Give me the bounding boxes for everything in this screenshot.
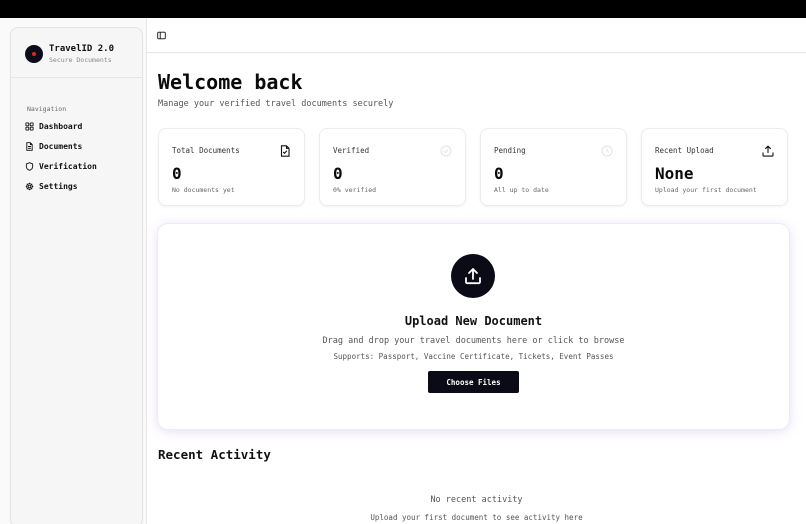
- choose-files-button[interactable]: Choose Files: [428, 371, 519, 393]
- stat-label: Pending: [494, 146, 526, 155]
- window-top-bar: [0, 0, 806, 18]
- recent-activity-title: Recent Activity: [158, 447, 271, 462]
- shield-icon: [25, 161, 34, 171]
- stat-value: 0: [333, 164, 343, 183]
- sidebar-item-settings[interactable]: Settings: [25, 178, 137, 194]
- empty-state-title: No recent activity: [430, 495, 523, 505]
- sidebar-item-dashboard[interactable]: Dashboard: [25, 118, 137, 134]
- sidebar-item-label: Settings: [39, 181, 78, 191]
- sidebar-toggle-icon[interactable]: [157, 31, 166, 40]
- stat-value: 0: [494, 164, 504, 183]
- gear-icon: [25, 182, 34, 190]
- sidebar-item-label: Documents: [39, 141, 83, 151]
- stat-value: None: [655, 164, 694, 183]
- stat-value: 0: [172, 164, 182, 183]
- check-circle-icon: [440, 145, 452, 157]
- sidebar: TravelID 2.0 Secure Documents Navigation…: [10, 27, 143, 524]
- file-icon: [26, 141, 33, 151]
- stat-note: All up to date: [494, 186, 549, 194]
- stat-label: Total Documents: [172, 146, 240, 155]
- upload-icon: [465, 268, 481, 285]
- stat-card-total-documents: Total Documents 0 No documents yet: [158, 128, 305, 206]
- upload-title: Upload New Document: [404, 314, 543, 328]
- top-header: [147, 18, 806, 53]
- grid-icon: [25, 121, 34, 131]
- stat-card-recent-upload: Recent Upload None Upload your first doc…: [641, 128, 788, 206]
- brand-header: TravelID 2.0 Secure Documents: [11, 28, 142, 78]
- stat-label: Recent Upload: [655, 146, 714, 155]
- stat-label: Verified: [333, 146, 370, 155]
- brand-subtitle: Secure Documents: [49, 56, 112, 64]
- stat-card-pending: Pending 0 All up to date: [480, 128, 627, 206]
- stat-note: No documents yet: [172, 186, 235, 194]
- page-subtitle: Manage your verified travel documents se…: [158, 99, 394, 109]
- file-check-icon: [280, 145, 290, 157]
- sidebar-item-label: Verification: [39, 161, 97, 171]
- upload-icon-badge: [451, 254, 495, 298]
- sidebar-item-label: Dashboard: [39, 121, 83, 131]
- brand-title: TravelID 2.0: [49, 44, 115, 54]
- sidebar-item-documents[interactable]: Documents: [25, 138, 137, 154]
- stat-note: 0% verified: [333, 186, 377, 194]
- stat-card-verified: Verified 0 0% verified: [319, 128, 466, 206]
- page-title: Welcome back: [158, 70, 303, 94]
- upload-dropzone[interactable]: Upload New Document Drag and drop your t…: [158, 224, 789, 429]
- upload-description: Drag and drop your travel documents here…: [322, 336, 625, 346]
- clock-icon: [601, 145, 613, 157]
- brand-logo-icon: [25, 45, 43, 63]
- empty-state-subtitle: Upload your first document to see activi…: [370, 513, 583, 522]
- upload-icon: [762, 145, 774, 157]
- sidebar-item-verification[interactable]: Verification: [25, 158, 137, 174]
- stat-note: Upload your first document: [655, 186, 757, 194]
- app-window: TravelID 2.0 Secure Documents Navigation…: [0, 18, 806, 524]
- upload-supported-types: Supports: Passport, Vaccine Certificate,…: [333, 352, 614, 361]
- nav-heading: Navigation: [27, 105, 67, 113]
- main-content: Welcome back Manage your verified travel…: [147, 54, 806, 524]
